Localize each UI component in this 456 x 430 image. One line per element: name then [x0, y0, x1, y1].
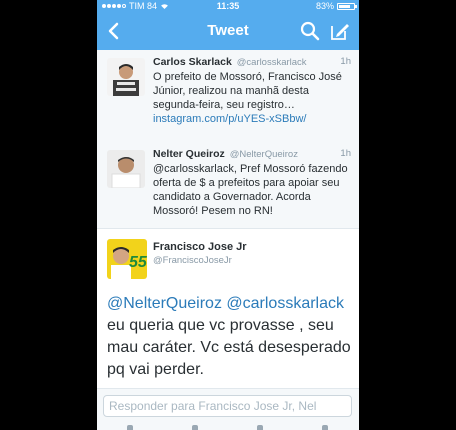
status-bar: TIM 84 11:35 83%	[97, 0, 359, 12]
mention-link[interactable]: @NelterQueiroz	[107, 295, 222, 312]
focused-tweet: 55 Francisco Jose Jr @FranciscoJoseJr @N…	[97, 228, 359, 389]
tweet-link[interactable]: instagram.com/p/uYES-xSBbw/	[153, 112, 349, 126]
tweet-time: 1h	[340, 56, 351, 67]
phone-screen: TIM 84 11:35 83% Tweet Carlos Skarlack @…	[97, 0, 359, 430]
avatar[interactable]	[107, 58, 145, 96]
avatar[interactable]	[107, 150, 145, 188]
search-icon[interactable]	[299, 20, 321, 42]
more-icon[interactable]	[322, 425, 328, 430]
author-handle: @NelterQueiroz	[229, 149, 298, 160]
compose-icon[interactable]	[329, 20, 351, 42]
tweet-nelter-queiroz[interactable]: Nelter Queiroz @NelterQueiroz 1h @carlos…	[97, 142, 359, 229]
mention-link[interactable]: @carlosskarlack	[226, 295, 344, 312]
tweet-text: O prefeito de Mossoró, Francisco José Jú…	[153, 70, 349, 126]
avatar-badge-number: 55	[129, 254, 147, 271]
tweet-body: eu queria que vc provasse , seu mau cará…	[107, 317, 351, 378]
tweet-text: @NelterQueiroz @carlosskarlack eu queria…	[107, 293, 353, 381]
tweet-author[interactable]: Carlos Skarlack @carlosskarlack	[153, 56, 307, 68]
avatar[interactable]: 55	[107, 239, 147, 279]
tweet-text: @carlosskarlack, Pref Mossoró fazendo of…	[153, 163, 348, 217]
status-right: 83%	[315, 0, 357, 12]
tweet-time: 1h	[340, 148, 351, 159]
favorite-icon[interactable]	[257, 425, 263, 430]
navigation-bar: Tweet	[97, 12, 359, 50]
battery-percent: 83%	[315, 1, 334, 11]
author-handle: @carlosskarlack	[236, 57, 307, 68]
author-name: Carlos Skarlack	[153, 56, 232, 68]
tweet-author[interactable]: Nelter Queiroz @NelterQueiroz	[153, 148, 298, 160]
reply-icon[interactable]	[127, 425, 133, 430]
author-name[interactable]: Francisco Jose Jr	[153, 241, 247, 253]
tweet-body: O prefeito de Mossoró, Francisco José Jú…	[153, 71, 342, 111]
retweet-icon[interactable]	[192, 425, 198, 430]
reply-input[interactable]	[103, 395, 352, 417]
author-handle[interactable]: @FranciscoJoseJr	[153, 255, 232, 266]
reply-bar	[97, 388, 359, 423]
battery-icon	[337, 2, 357, 10]
author-name: Nelter Queiroz	[153, 148, 225, 160]
bottom-toolbar	[97, 422, 359, 430]
tweet-carlos-skarlack[interactable]: Carlos Skarlack @carlosskarlack 1h O pre…	[97, 50, 359, 143]
